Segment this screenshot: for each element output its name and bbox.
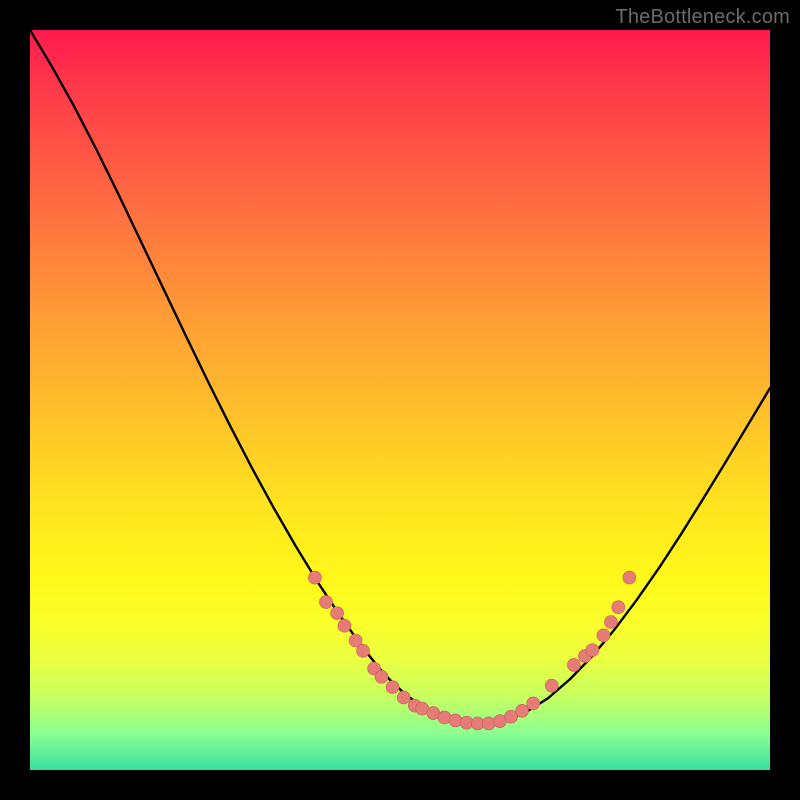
data-marker	[331, 607, 344, 620]
data-marker	[597, 629, 610, 642]
data-marker	[375, 670, 388, 683]
data-marker	[386, 681, 399, 694]
curve-markers	[308, 571, 636, 730]
chart-frame: TheBottleneck.com	[0, 0, 800, 800]
data-marker	[449, 714, 462, 727]
data-marker	[604, 616, 617, 629]
data-marker	[308, 571, 321, 584]
data-marker	[612, 601, 625, 614]
data-marker	[527, 697, 540, 710]
data-marker	[320, 596, 333, 609]
data-marker	[586, 644, 599, 657]
chart-svg	[30, 30, 770, 770]
data-marker	[397, 691, 410, 704]
bottleneck-curve	[30, 30, 770, 724]
watermark-text: TheBottleneck.com	[615, 6, 790, 29]
data-marker	[567, 658, 580, 671]
data-marker	[338, 619, 351, 632]
data-marker	[545, 679, 558, 692]
data-marker	[482, 717, 495, 730]
plot-area	[30, 30, 770, 770]
data-marker	[357, 644, 370, 657]
data-marker	[623, 571, 636, 584]
data-marker	[516, 704, 529, 717]
